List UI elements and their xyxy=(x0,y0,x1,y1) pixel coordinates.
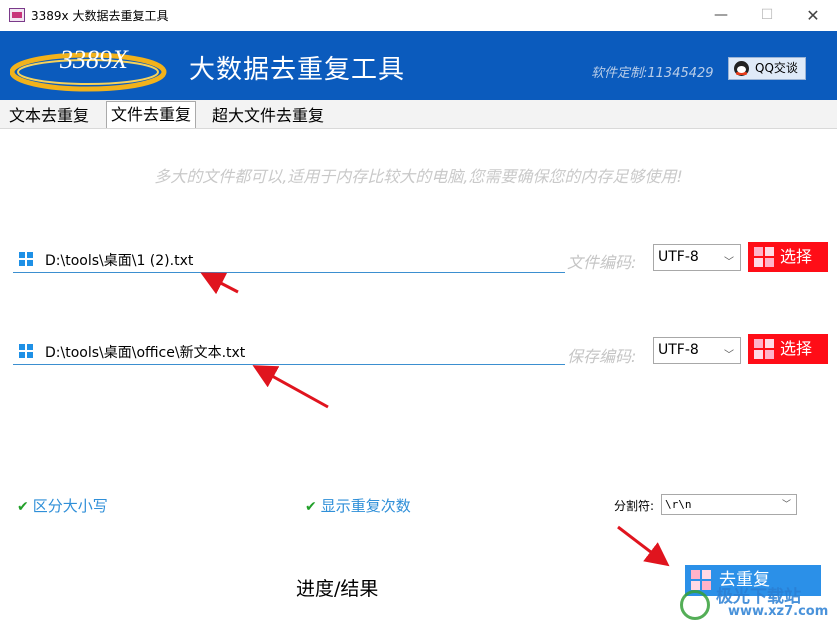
qq-button-label: QQ交谈 xyxy=(755,61,798,75)
arrow-to-input-path xyxy=(200,272,239,295)
qq-penguin-icon xyxy=(734,61,749,76)
grid-icon xyxy=(754,339,774,359)
save-encoding-value: UTF-8 xyxy=(658,342,699,358)
qq-chat-button[interactable]: QQ交谈 xyxy=(728,57,806,80)
chevron-down-icon: ﹀ xyxy=(724,350,734,361)
logo-text: 3389X xyxy=(59,45,129,74)
tab-text-dedup[interactable]: 文本去重复 xyxy=(5,103,93,128)
output-file-field[interactable]: D:\tools\桌面\office\新文本.txt xyxy=(13,337,565,365)
custom-note: 软件定制:11345429 xyxy=(591,66,714,81)
output-file-path: D:\tools\桌面\office\新文本.txt xyxy=(45,345,246,361)
arrow-to-output-path xyxy=(252,365,329,409)
separator-select[interactable]: \r\n ﹀ xyxy=(661,494,797,515)
minimize-button[interactable]: — xyxy=(698,0,744,31)
file-encoding-label: 文件编码: xyxy=(567,253,637,272)
tab-large-file-dedup[interactable]: 超大文件去重复 xyxy=(208,103,328,128)
watermark-url: www.xz7.com xyxy=(728,604,829,619)
chevron-down-icon: ﹀ xyxy=(781,500,791,510)
windows-icon xyxy=(19,252,33,266)
choose-input-file-button[interactable]: 选择 xyxy=(748,242,828,272)
show-count-label: 显示重复次数 xyxy=(320,497,411,515)
file-encoding-value: UTF-8 xyxy=(658,249,699,265)
app-logo: 3389X xyxy=(10,45,167,92)
usage-hint: 多大的文件都可以,适用于内存比较大的电脑,您需要确保您的内存足够使用! xyxy=(154,167,683,186)
tab-bar: 文本去重复 文件去重复 超大文件去重复 xyxy=(0,100,837,129)
window-title: 3389x 大数据去重复工具 xyxy=(31,9,169,23)
input-file-field[interactable]: D:\tools\桌面\1 (2).txt xyxy=(13,245,565,273)
title-bar: 3389x 大数据去重复工具 — ☐ ✕ xyxy=(0,0,837,31)
checkmark-icon: ✔ xyxy=(17,499,29,515)
windows-icon xyxy=(19,344,33,358)
separator-value: \r\n xyxy=(665,498,692,511)
app-icon xyxy=(9,8,25,22)
tab-file-dedup[interactable]: 文件去重复 xyxy=(106,101,197,128)
file-encoding-select[interactable]: UTF-8 ﹀ xyxy=(653,244,741,271)
app-heading: 大数据去重复工具 xyxy=(189,55,406,85)
save-encoding-select[interactable]: UTF-8 ﹀ xyxy=(653,337,741,364)
show-count-checkbox[interactable]: ✔ 显示重复次数 xyxy=(305,495,411,516)
grid-icon xyxy=(754,247,774,267)
save-encoding-label: 保存编码: xyxy=(567,347,637,366)
header-banner: 3389X 大数据去重复工具 软件定制:11345429 QQ交谈 xyxy=(0,31,837,100)
site-watermark: 极光下载站 www.xz7.com xyxy=(680,580,830,625)
choose-output-label: 选择 xyxy=(780,339,813,358)
case-sensitive-label: 区分大小写 xyxy=(32,497,108,515)
separator-label: 分割符: xyxy=(614,499,655,513)
progress-result-text: 进度/结果 xyxy=(296,578,379,600)
choose-input-label: 选择 xyxy=(780,247,813,266)
checkmark-icon: ✔ xyxy=(305,499,317,515)
arrow-to-run-button xyxy=(617,525,670,567)
input-file-path: D:\tools\桌面\1 (2).txt xyxy=(45,253,194,269)
choose-output-file-button[interactable]: 选择 xyxy=(748,334,828,364)
watermark-logo-icon xyxy=(680,590,710,620)
case-sensitive-checkbox[interactable]: ✔ 区分大小写 xyxy=(17,495,108,516)
close-button[interactable]: ✕ xyxy=(790,0,836,31)
chevron-down-icon: ﹀ xyxy=(724,257,734,268)
maximize-button[interactable]: ☐ xyxy=(744,0,790,31)
